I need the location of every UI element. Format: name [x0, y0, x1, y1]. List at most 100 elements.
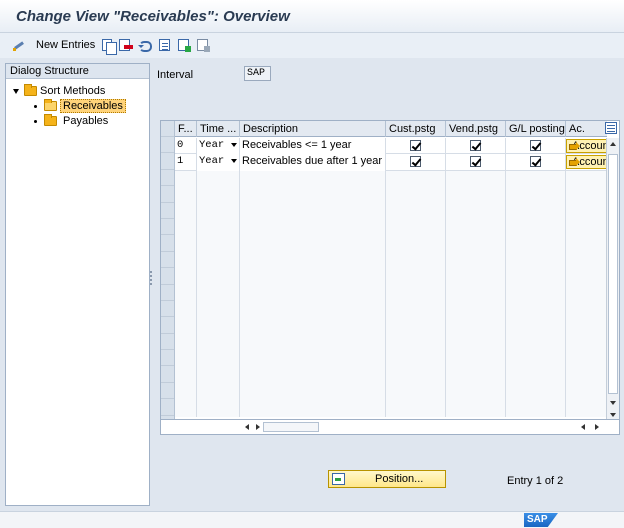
row-selector[interactable]	[161, 170, 174, 187]
empty-cell	[566, 367, 607, 384]
panel-splitter[interactable]	[150, 271, 153, 285]
scroll-down-icon[interactable]	[610, 401, 616, 405]
row-selector[interactable]	[161, 186, 174, 203]
row-selector-column	[161, 121, 175, 419]
time-dropdown[interactable]: Year	[197, 138, 240, 155]
column-header-account[interactable]: Ac.	[566, 121, 607, 137]
empty-cell	[197, 318, 240, 335]
empty-cell	[566, 301, 607, 319]
row-selector[interactable]	[161, 219, 174, 236]
gl-posting-checkbox[interactable]	[530, 156, 541, 168]
select-block-button[interactable]	[178, 37, 191, 53]
description-input[interactable]: Receivables <= 1 year	[240, 138, 386, 155]
tree-node-receivables[interactable]: Receivables	[34, 99, 126, 113]
row-selector[interactable]	[161, 285, 174, 301]
expand-arrow-icon[interactable]	[13, 88, 19, 94]
row-selector[interactable]	[161, 366, 174, 383]
row-selector[interactable]	[161, 317, 174, 334]
account-button[interactable]: Account	[566, 155, 607, 170]
row-selector[interactable]	[161, 334, 174, 351]
chevron-down-icon[interactable]	[231, 159, 237, 164]
scroll-right-icon[interactable]	[256, 424, 260, 430]
deselect-all-button[interactable]	[197, 37, 210, 53]
scroll-right-icon[interactable]	[595, 424, 599, 430]
scroll-thumb[interactable]	[608, 154, 618, 394]
row-selector[interactable]	[161, 203, 174, 219]
empty-cell	[175, 219, 197, 237]
column-header-f[interactable]: F...	[175, 121, 197, 137]
empty-cell	[240, 334, 386, 352]
empty-cell	[566, 236, 607, 253]
empty-cell	[506, 334, 566, 352]
row-selector[interactable]	[161, 268, 174, 285]
cell-vend-pstg	[446, 138, 506, 155]
scroll-end-icon[interactable]	[610, 413, 616, 417]
page-title: Change View "Receivables": Overview	[16, 8, 290, 25]
position-button[interactable]: Position...	[328, 470, 446, 488]
tree-node-sort-methods[interactable]: Sort Methods	[13, 84, 105, 98]
undo-change-button[interactable]	[138, 37, 152, 53]
cell-vend-pstg	[446, 154, 506, 171]
row-selector[interactable]	[161, 137, 174, 154]
account-button[interactable]: Account	[566, 139, 607, 153]
select-all-button[interactable]	[159, 37, 170, 53]
row-selector-header[interactable]	[161, 121, 174, 137]
empty-cell	[386, 301, 446, 319]
cust-pstg-checkbox[interactable]	[410, 140, 421, 151]
scroll-left-icon[interactable]	[581, 424, 585, 430]
description-input[interactable]: Receivables due after 1 year	[240, 154, 386, 171]
empty-cell	[506, 318, 566, 335]
tree-node-payables[interactable]: Payables	[34, 114, 108, 128]
gl-posting-checkbox[interactable]	[530, 140, 541, 151]
empty-cell	[566, 203, 607, 220]
row-selector[interactable]	[161, 235, 174, 252]
empty-cell	[197, 351, 240, 368]
column-header-gl-posting[interactable]: G/L posting	[506, 121, 566, 137]
row-selector[interactable]	[161, 153, 174, 170]
empty-cell	[175, 203, 197, 220]
copy-as-button[interactable]	[100, 37, 117, 55]
dialog-structure-panel: Dialog Structure Sort Methods Receivable…	[5, 63, 150, 506]
empty-cell	[566, 318, 607, 335]
row-selector[interactable]	[161, 399, 174, 416]
cust-pstg-checkbox[interactable]	[410, 156, 421, 168]
delete-button[interactable]	[119, 37, 133, 53]
table-row-empty	[175, 400, 607, 417]
empty-cell	[566, 400, 607, 417]
column-header-cust-pstg[interactable]: Cust.pstg	[386, 121, 446, 137]
folder-open-icon	[44, 99, 57, 111]
empty-cell	[386, 351, 446, 368]
empty-cell	[386, 252, 446, 270]
row-selector[interactable]	[161, 383, 174, 400]
empty-cell	[506, 367, 566, 384]
scroll-up-icon[interactable]	[610, 142, 616, 146]
row-selector[interactable]	[161, 301, 174, 318]
vend-pstg-checkbox[interactable]	[470, 140, 481, 151]
time-dropdown[interactable]: Year	[197, 154, 240, 171]
horizontal-scrollbar[interactable]	[160, 420, 620, 435]
title-bar: Change View "Receivables": Overview	[0, 0, 624, 33]
empty-cell	[446, 285, 506, 302]
column-header-time[interactable]: Time ...	[197, 121, 240, 137]
empty-cell	[175, 351, 197, 368]
chevron-down-icon[interactable]	[231, 143, 237, 147]
new-entries-button[interactable]: New Entries	[12, 37, 95, 53]
table-row-empty	[175, 318, 607, 335]
column-header-description[interactable]: Description	[240, 121, 386, 137]
empty-cell	[386, 318, 446, 335]
empty-cell	[566, 351, 607, 368]
row-selector[interactable]	[161, 350, 174, 367]
empty-cell	[197, 367, 240, 384]
scroll-left-icon[interactable]	[245, 424, 249, 430]
column-header-vend-pstg[interactable]: Vend.pstg	[446, 121, 506, 137]
scroll-thumb[interactable]	[263, 422, 319, 432]
empty-cell	[386, 187, 446, 204]
folder-icon	[24, 84, 37, 96]
row-selector[interactable]	[161, 252, 174, 269]
bullet-icon	[34, 104, 37, 108]
time-value: Year	[199, 139, 225, 151]
vertical-scrollbar[interactable]	[606, 138, 619, 419]
table-settings-icon[interactable]	[605, 122, 617, 134]
vend-pstg-checkbox[interactable]	[470, 156, 481, 168]
tree-node-label: Sort Methods	[40, 85, 106, 97]
